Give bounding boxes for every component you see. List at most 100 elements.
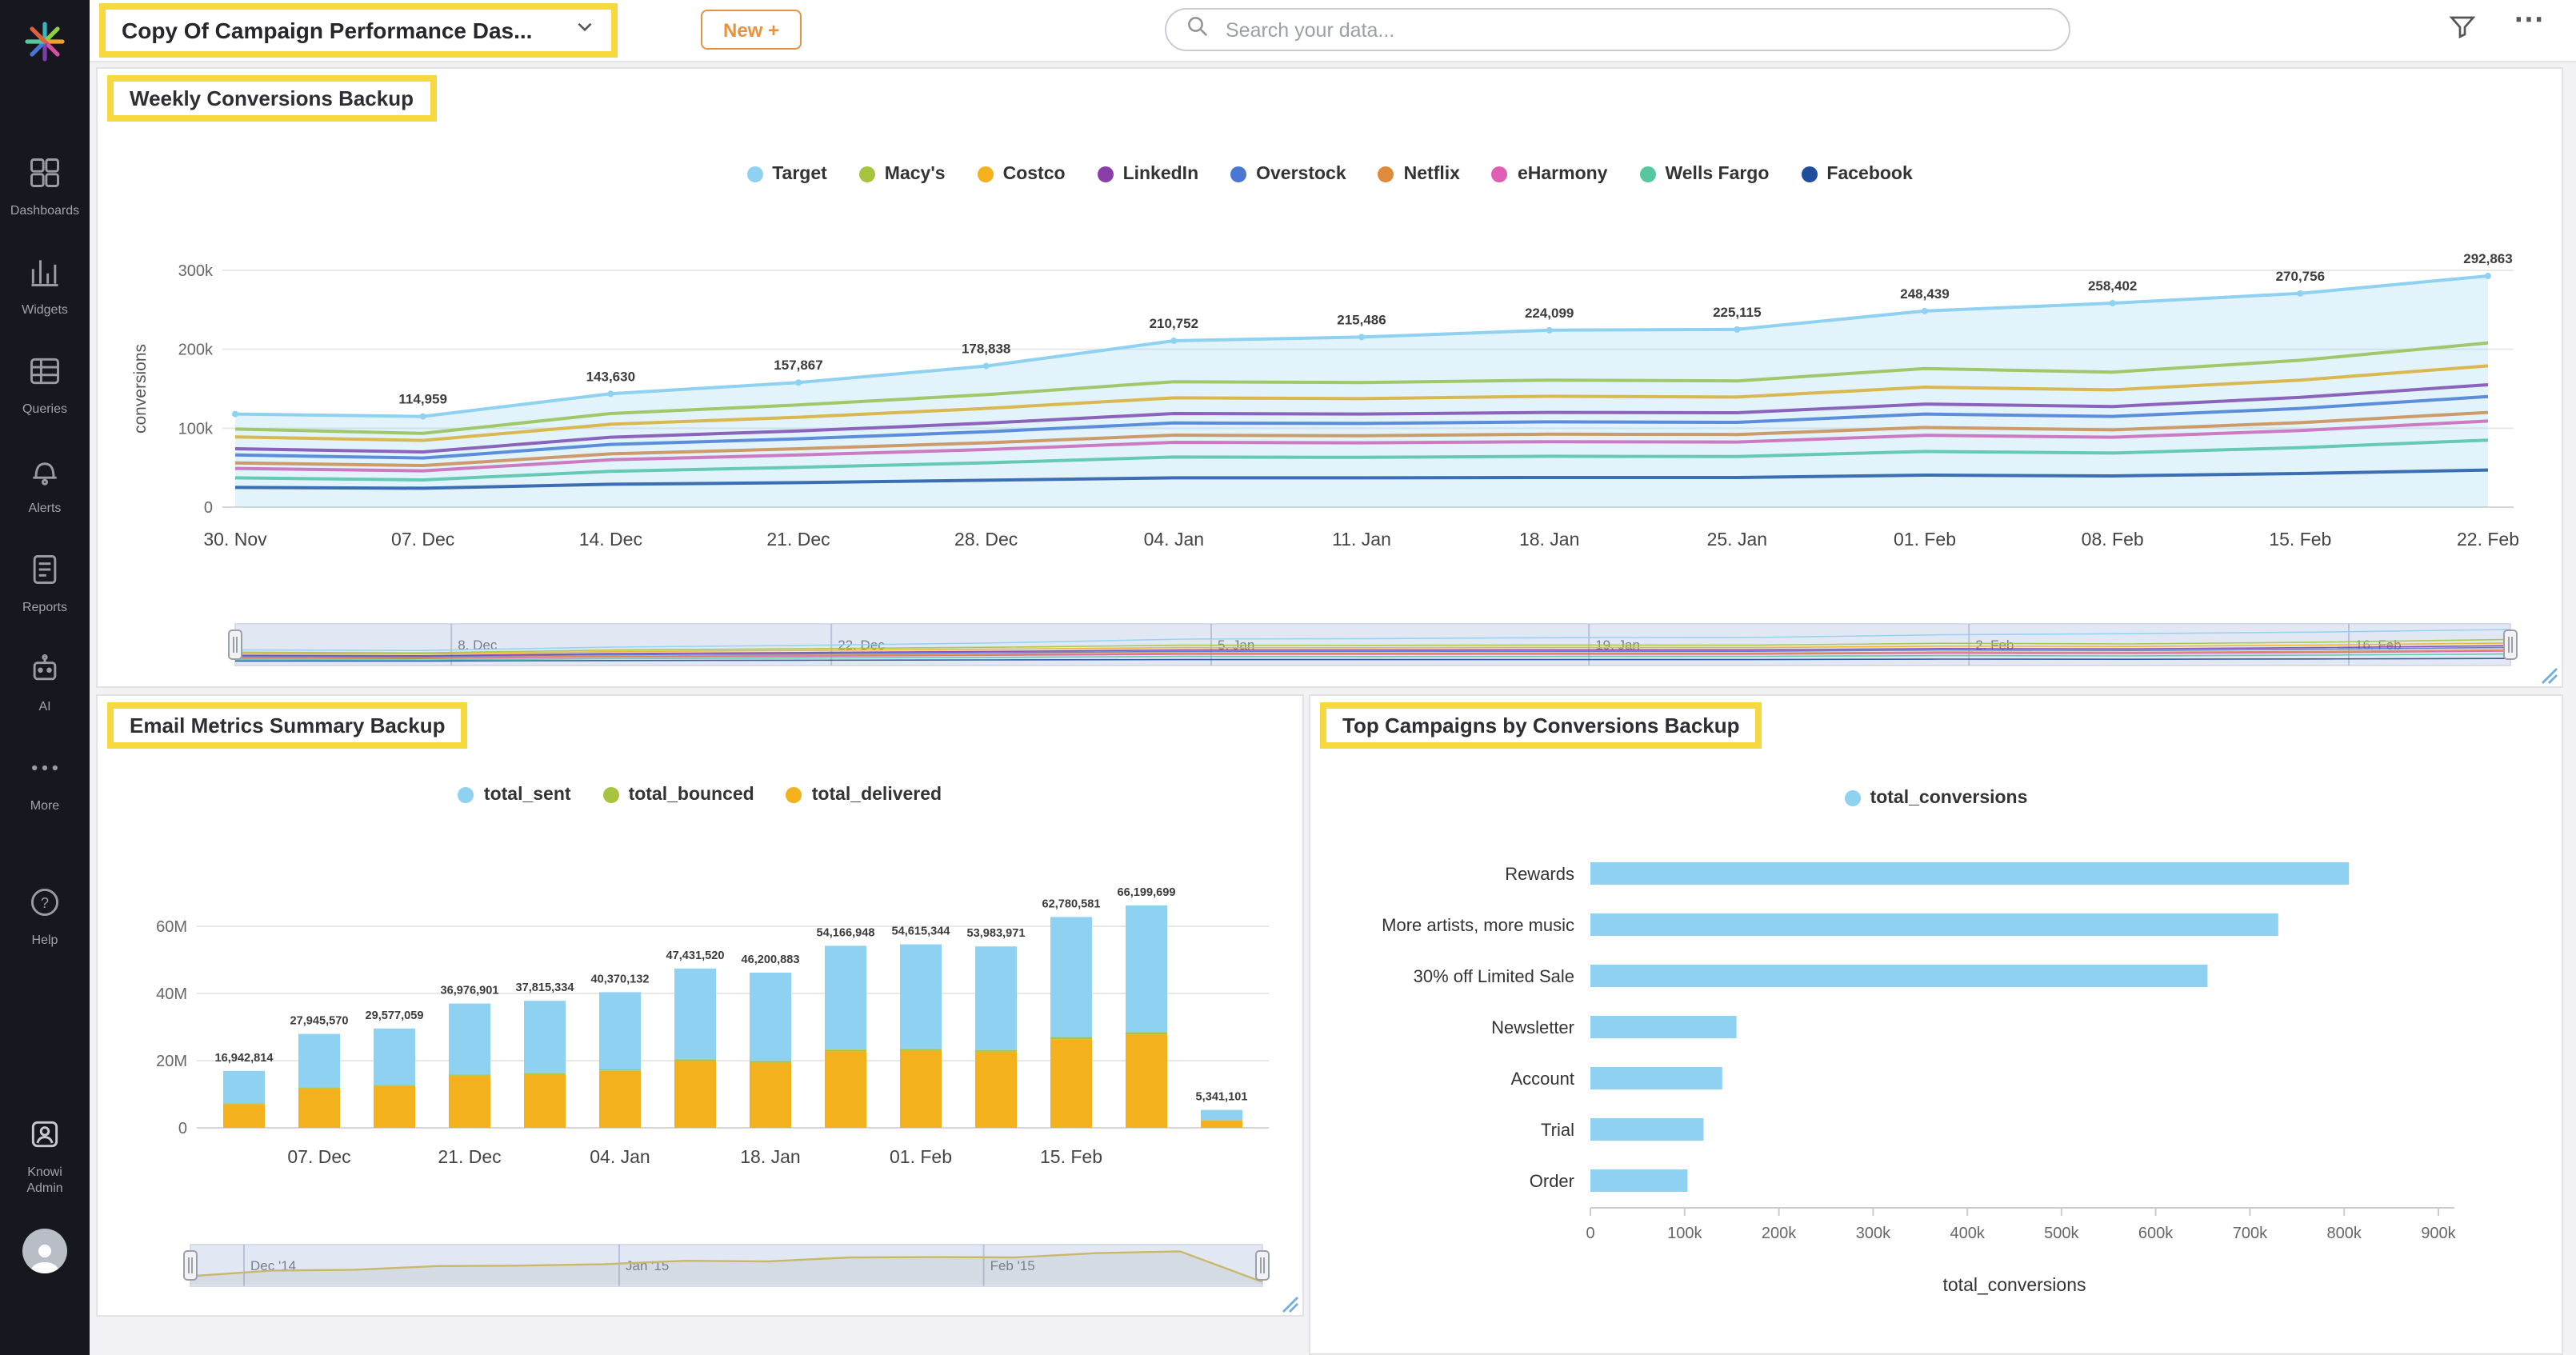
svg-text:8. Dec: 8. Dec [458, 638, 498, 653]
svg-text:200k: 200k [178, 342, 214, 359]
sidebar-item-alerts[interactable]: Alerts [0, 435, 90, 534]
svg-text:210,752: 210,752 [1150, 316, 1198, 331]
svg-text:Rewards: Rewards [1505, 864, 1574, 884]
more-options-icon[interactable]: ⋯ [2514, 2, 2547, 38]
svg-text:215,486: 215,486 [1337, 312, 1386, 327]
svg-text:60M: 60M [156, 918, 187, 936]
svg-text:18. Jan: 18. Jan [740, 1146, 800, 1167]
sidebar-item-label: Help [31, 933, 58, 947]
svg-text:01. Feb: 01. Feb [1894, 529, 1956, 550]
legend-item[interactable]: Costco [977, 165, 1066, 184]
search-icon [1186, 14, 1210, 46]
sidebar-item-label: AI [38, 699, 51, 713]
legend-item[interactable]: Macy's [858, 165, 946, 184]
widget-email-metrics: Email Metrics Summary Backup total_sent t… [96, 694, 1304, 1317]
legend-item[interactable]: eHarmony [1491, 165, 1607, 184]
svg-text:100k: 100k [1667, 1225, 1702, 1242]
svg-text:258,402: 258,402 [2088, 278, 2137, 294]
widget-title: Top Campaigns by Conversions Backup [1342, 713, 1740, 737]
widget-weekly-conversions: Weekly Conversions Backup Target Macy's Co… [96, 67, 2563, 688]
legend-item[interactable]: Target [746, 165, 827, 184]
chevron-down-icon [574, 16, 594, 45]
dashboard-title-dropdown[interactable]: Copy Of Campaign Performance Das... [99, 3, 618, 58]
svg-text:Account: Account [1511, 1069, 1575, 1089]
search-input[interactable] [1222, 17, 2050, 42]
legend-item[interactable]: LinkedIn [1097, 165, 1198, 184]
svg-text:46,200,883: 46,200,883 [741, 953, 799, 966]
alerts-icon [27, 453, 62, 496]
reports-icon [27, 552, 62, 595]
resize-handle-icon[interactable] [1280, 1293, 1299, 1313]
svg-text:21. Dec: 21. Dec [766, 529, 830, 550]
widget-title-highlight: Email Metrics Summary Backup [107, 702, 468, 749]
chart-legend: total_sent total_bounced total_delivered [98, 785, 1302, 805]
legend-item[interactable]: total_delivered [786, 785, 942, 805]
widget-title: Weekly Conversions Backup [130, 86, 414, 110]
widget-title: Email Metrics Summary Backup [130, 713, 446, 737]
sidebar-item-label: More [30, 798, 60, 813]
sidebar-item-help[interactable]: ? Help [0, 877, 90, 957]
svg-text:53,983,971: 53,983,971 [966, 927, 1025, 940]
svg-text:30. Nov: 30. Nov [203, 529, 267, 550]
knowi-dashboard-app: Dashboards Widgets Queries Alerts Report… [0, 0, 2576, 1355]
sidebar-item-more[interactable]: More [0, 733, 90, 832]
svg-text:22. Feb: 22. Feb [2457, 529, 2519, 550]
svg-text:143,630: 143,630 [586, 369, 635, 384]
svg-text:157,867: 157,867 [774, 358, 822, 373]
sidebar-item-label: Knowi Admin [26, 1165, 63, 1195]
legend-item[interactable]: Wells Fargo [1639, 165, 1769, 184]
svg-text:54,166,948: 54,166,948 [816, 926, 874, 939]
sidebar-item-ai[interactable]: AI [0, 634, 90, 733]
svg-text:248,439: 248,439 [1900, 286, 1949, 302]
knowi-logo[interactable] [22, 19, 67, 64]
legend-item[interactable]: total_bounced [602, 785, 754, 805]
svg-text:300k: 300k [1856, 1225, 1891, 1242]
svg-text:Order: Order [1530, 1171, 1574, 1191]
svg-text:16,942,814: 16,942,814 [214, 1052, 274, 1065]
svg-text:800k: 800k [2327, 1225, 2362, 1242]
new-button[interactable]: New + [701, 10, 802, 50]
legend-item[interactable]: total_sent [458, 785, 571, 805]
svg-text:18. Jan: 18. Jan [1519, 529, 1579, 550]
svg-text:07. Dec: 07. Dec [287, 1146, 350, 1167]
svg-text:04. Jan: 04. Jan [590, 1146, 650, 1167]
sidebar-item-reports[interactable]: Reports [0, 534, 90, 634]
svg-text:47,431,520: 47,431,520 [666, 949, 724, 962]
sidebar-item-knowi-admin[interactable]: Knowi Admin [0, 1110, 90, 1203]
filter-icon[interactable] [2448, 13, 2477, 50]
svg-text:500k: 500k [2044, 1225, 2079, 1242]
svg-text:200k: 200k [1762, 1225, 1797, 1242]
email-metrics-chart: 0 20M 40M 60M 16,942,814 27,945,570 29,577,059… [114, 827, 1290, 1216]
sidebar-item-queries[interactable]: Queries [0, 336, 90, 435]
legend-item[interactable]: total_conversions [1844, 789, 2027, 808]
sidebar-item-label: Alerts [28, 501, 62, 515]
svg-text:04. Jan: 04. Jan [1144, 529, 1204, 550]
widget-top-campaigns: Top Campaigns by Conversions Backup tota… [1309, 694, 2563, 1355]
weekly-conversions-chart: 0 100k 200k 300k 30. Nov 07. Dec 14. Dec 21. De… [123, 210, 2533, 582]
more-icon [27, 750, 62, 793]
sidebar: Dashboards Widgets Queries Alerts Report… [0, 0, 90, 1355]
svg-text:114,959: 114,959 [398, 392, 447, 407]
sidebar-item-label: Queries [22, 402, 67, 416]
admin-icon [27, 1117, 62, 1160]
dashboards-icon [27, 155, 62, 198]
sidebar-item-widgets[interactable]: Widgets [0, 237, 90, 336]
weekly-chart-navigator[interactable]: 8. Dec 22. Dec 5. Jan 19. Jan 2. Feb 16. Feb [123, 616, 2533, 681]
svg-text:07. Dec: 07. Dec [391, 529, 454, 550]
sidebar-item-dashboards[interactable]: Dashboards [0, 138, 90, 237]
legend-item[interactable]: Netflix [1378, 165, 1460, 184]
svg-text:01. Feb: 01. Feb [890, 1146, 952, 1167]
svg-text:25. Jan: 25. Jan [1707, 529, 1767, 550]
svg-text:total_conversions: total_conversions [1943, 1274, 2086, 1295]
resize-handle-icon[interactable] [2539, 664, 2558, 684]
widgets-icon [27, 254, 62, 298]
email-chart-navigator[interactable]: Dec '14Jan '15Feb '15 [117, 1237, 1285, 1302]
svg-text:270,756: 270,756 [2276, 269, 2325, 284]
svg-text:0: 0 [1586, 1225, 1594, 1242]
user-avatar[interactable] [22, 1229, 67, 1273]
legend-item[interactable]: Facebook [1801, 165, 1913, 184]
legend-item[interactable]: Overstock [1230, 165, 1346, 184]
svg-text:37,815,334: 37,815,334 [515, 981, 574, 994]
svg-text:20M: 20M [156, 1053, 187, 1070]
svg-text:Newsletter: Newsletter [1491, 1017, 1574, 1037]
